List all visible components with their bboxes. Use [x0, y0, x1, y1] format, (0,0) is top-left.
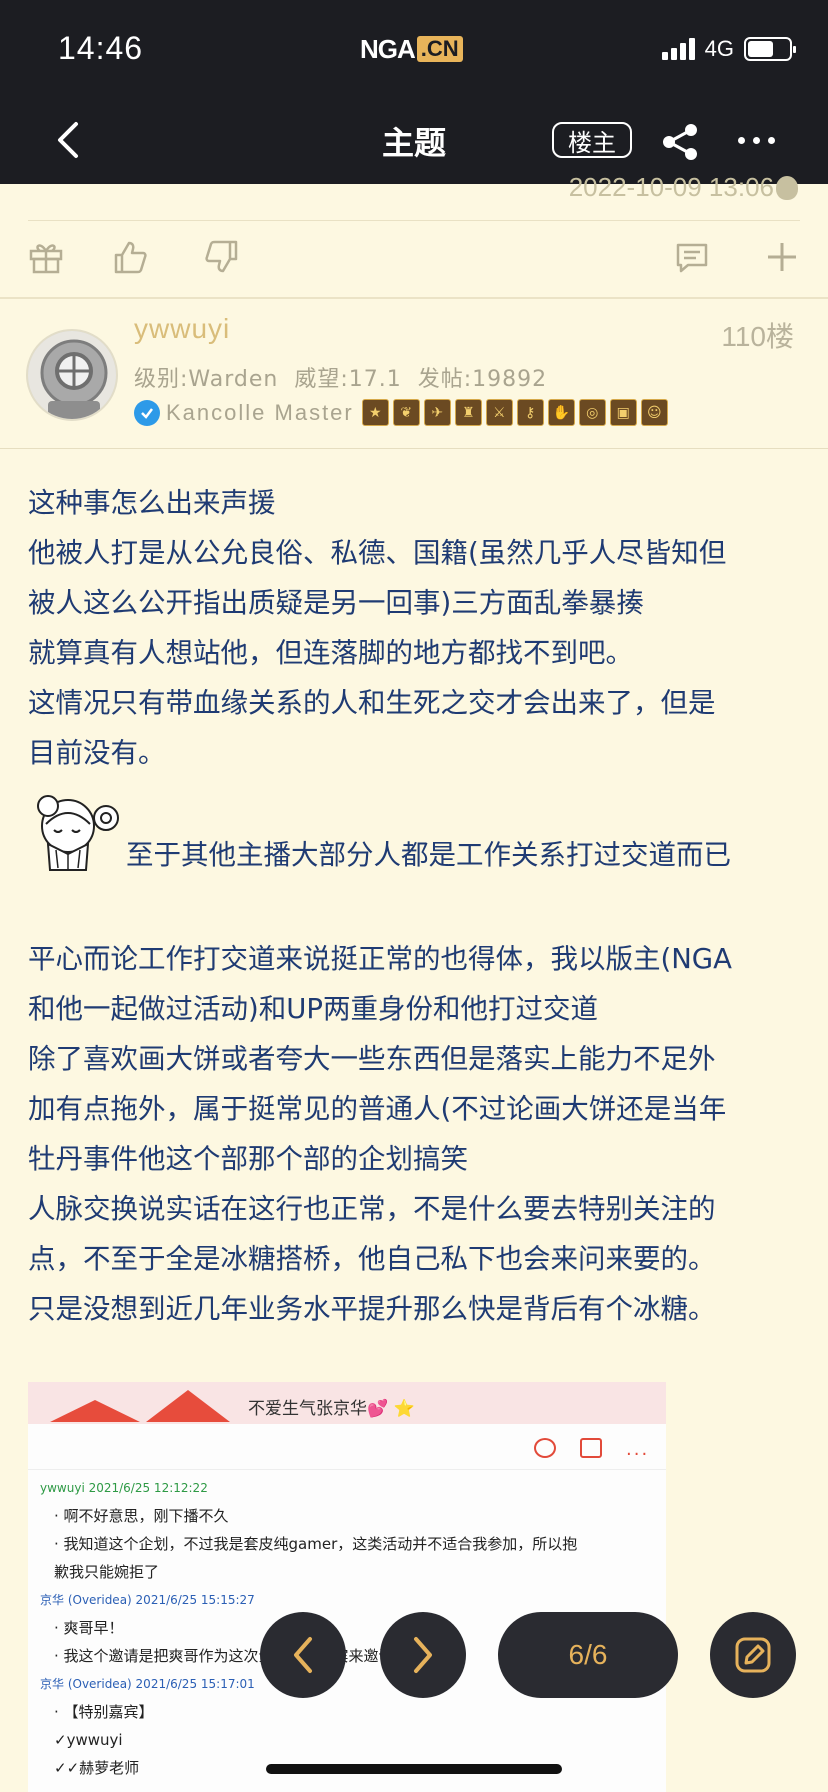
medal-figure-icon: ♜ — [454, 399, 482, 426]
battery-icon — [744, 37, 796, 61]
page-title: 主题 — [381, 124, 446, 162]
floor-number: 110楼 — [721, 321, 794, 352]
reply-button[interactable] — [710, 1612, 796, 1698]
post-image[interactable]: 不爱生气张京华💕 ⭐ ··· ywwuyi 2021/6/25 12:12:22… — [28, 1382, 666, 1792]
back-button[interactable] — [50, 118, 90, 162]
like-button[interactable] — [112, 239, 148, 275]
image-header: 不爱生气张京华💕 ⭐ — [28, 1382, 666, 1424]
user-title-row: Kancolle Master ★ ❦ ✈ ♜ ⚔ ⚷ ✋ ◎ ▣ ☺ — [134, 399, 668, 426]
post-line: 点，不至于全是冰糖搭桥，他自己私下也会来问来要的。 — [28, 1243, 716, 1275]
post-line: 牡丹事件他这个部那个部的企划搞笑 — [28, 1143, 468, 1175]
gift-button[interactable] — [28, 239, 64, 275]
back-icon — [58, 122, 78, 158]
image-toolbar: ··· — [28, 1424, 666, 1470]
edit-icon — [735, 1637, 771, 1673]
status-indicators: 4G — [661, 36, 796, 62]
user-title: Kancolle Master — [166, 399, 354, 425]
top-bar: 14:46 NGA .CN 4G 主题 楼主 — [0, 0, 828, 184]
medal-badges[interactable]: ★ ❦ ✈ ♜ ⚔ ⚷ ✋ ◎ ▣ ☺ — [361, 399, 668, 426]
nga-logo: NGA .CN — [360, 34, 468, 64]
post-line: 被人这么公开指出质疑是另一回事)三方面乱拳暴揍 — [28, 587, 644, 619]
post-line: 就算真有人想站他，但连落脚的地方都找不到吧。 — [28, 637, 633, 669]
post-line: 加有点拖外，属于挺常见的普通人(不过论画大饼还是当年 — [28, 1093, 727, 1125]
logo-suffix: .CN — [416, 36, 463, 62]
medal-character-icon: ☺ — [640, 399, 668, 426]
phone-icon — [534, 1438, 556, 1458]
post-line: 只是没想到近几年业务水平提升那么快是背后有个冰糖。 — [28, 1293, 716, 1325]
post-line: 除了喜欢画大饼或者夸大一些东西但是落实上能力不足外 — [28, 1043, 716, 1075]
dislike-icon — [205, 240, 238, 273]
chat-message: · 啊不好意思，刚下播不久 — [54, 1507, 229, 1525]
comment-icon — [676, 243, 708, 273]
post-line: 人脉交换说实话在这行也正常，不是什么要去特别关注的 — [28, 1193, 716, 1225]
image-chat-title: 不爱生气张京华💕 ⭐ — [248, 1399, 415, 1419]
diving-helmet-avatar-icon — [28, 331, 116, 419]
medal-key-icon: ⚷ — [516, 399, 544, 426]
chat-meta: 京华 (Overidea) 2021/6/25 15:15:27 — [40, 1593, 255, 1607]
verified-icon — [134, 399, 160, 426]
medal-wreath-icon: ❦ — [392, 399, 420, 426]
post-line: 这种事怎么出来声援 — [28, 487, 276, 519]
divider — [0, 448, 828, 449]
signal-icon — [661, 38, 695, 60]
post-line: 目前没有。 — [28, 737, 166, 769]
chat-message: · 我知道这个企划，不过我是套皮纯gamer，这类活动并不适合我参加，所以抱 — [54, 1535, 578, 1553]
previous-page-button[interactable] — [260, 1612, 346, 1698]
username-link[interactable]: ywwuyi — [134, 313, 230, 345]
device-icon — [776, 176, 798, 200]
chevron-right-icon — [414, 1637, 432, 1673]
post-line: 和他一起做过活动)和UP两重身份和他打过交道 — [28, 993, 598, 1025]
next-page-button[interactable] — [380, 1612, 466, 1698]
user-reputation: 威望:17.1 — [294, 367, 402, 392]
chat-message: ✓ywwuyi — [54, 1731, 123, 1749]
anime-sticker-icon — [37, 795, 119, 871]
post-line: 平心而论工作打交道来说挺正常的也得体，我以版主(NGA — [28, 943, 732, 975]
comment-button[interactable] — [674, 239, 710, 275]
chat-meta: ywwuyi 2021/6/25 12:12:22 — [40, 1481, 208, 1495]
post-header: ywwuyi 110楼 级别:Warden 威望:17.1 发帖:19892 K… — [0, 299, 828, 449]
plus-icon — [768, 243, 796, 271]
add-button[interactable] — [764, 239, 800, 275]
post-line: 他被人打是从公允良俗、私德、国籍(虽然几乎人尽皆知但 — [28, 537, 727, 569]
user-post-count: 发帖:19892 — [417, 367, 548, 392]
dislike-button[interactable] — [204, 239, 240, 275]
avatar[interactable] — [26, 329, 118, 421]
user-stats: 级别:Warden 威望:17.1 发帖:19892 — [134, 361, 547, 393]
share-icon — [663, 124, 697, 160]
logo-text: NGA — [360, 33, 416, 64]
more-icon: ··· — [626, 1444, 650, 1465]
medal-box-icon: ▣ — [609, 399, 637, 426]
louzhu-filter-button[interactable]: 楼主 — [552, 122, 632, 158]
medal-wing-icon: ✈ — [423, 399, 451, 426]
previous-post-date: 2022-10-09 13:06 — [568, 172, 774, 202]
more-icon — [738, 136, 745, 144]
post-action-bar — [0, 221, 828, 297]
share-button[interactable] — [660, 122, 700, 162]
status-time: 14:46 — [58, 30, 144, 66]
home-indicator[interactable] — [266, 1764, 562, 1774]
chat-message: 歉我只能婉拒了 — [54, 1563, 160, 1581]
more-button[interactable] — [738, 130, 778, 150]
page-indicator-button[interactable]: 6/6 — [498, 1612, 678, 1698]
medal-hand-icon: ✋ — [547, 399, 575, 426]
sticker-line: 至于其他主播大部分人都是工作关系打过交道而已 — [28, 784, 808, 884]
post-content: 这种事怎么出来声援 他被人打是从公允良俗、私德、国籍(虽然几乎人尽皆知但 被人这… — [28, 478, 808, 1334]
chat-message: · 【特别嘉宾】 — [54, 1703, 154, 1721]
video-icon — [580, 1438, 602, 1458]
post-line: 至于其他主播大部分人都是工作关系打过交道而已 — [126, 839, 731, 871]
network-label: 4G — [704, 36, 734, 61]
medal-sword-icon: ⚔ — [485, 399, 513, 426]
like-icon — [114, 241, 147, 274]
gift-icon — [29, 244, 63, 274]
medal-target-icon: ◎ — [578, 399, 606, 426]
medal-star-icon: ★ — [361, 399, 389, 426]
user-level: 级别:Warden — [134, 367, 279, 392]
post-line: 这情况只有带血缘关系的人和生死之交才会出来了，但是 — [28, 687, 716, 719]
chevron-left-icon — [294, 1637, 312, 1673]
